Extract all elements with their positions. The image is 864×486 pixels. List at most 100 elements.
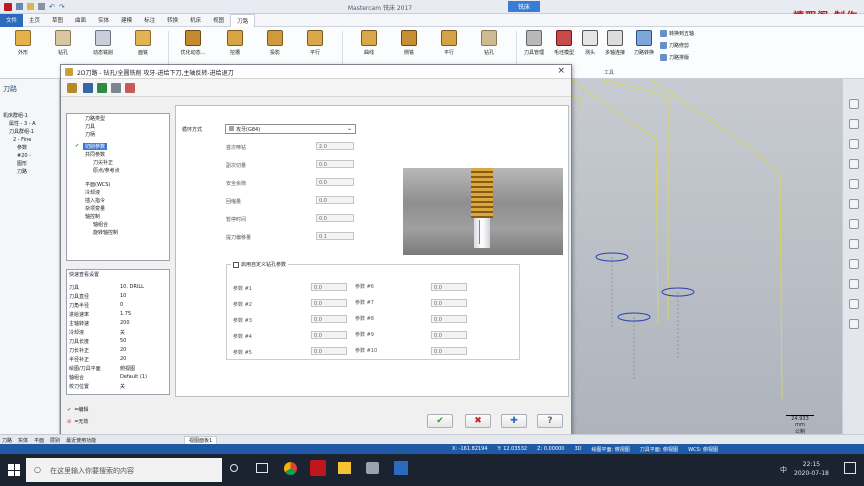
- tree-geometry[interactable]: 图形: [3, 160, 59, 168]
- wcs[interactable]: WCS: 俯视图: [688, 446, 718, 453]
- apply-button[interactable]: ✚: [501, 414, 527, 428]
- tree-item-axis-combo[interactable]: 轴组合: [93, 221, 108, 228]
- menu-transform[interactable]: 转换: [161, 14, 184, 27]
- ribbon-contour-button[interactable]: 外形: [8, 30, 38, 56]
- custom-param-field[interactable]: 0.0: [431, 347, 467, 355]
- explorer-icon[interactable]: [338, 462, 351, 474]
- tree-operation[interactable]: 2 - Fine: [3, 136, 59, 144]
- tree-item-canned-text[interactable]: 插入指令: [85, 197, 105, 204]
- ribbon-parallel2-button[interactable]: 平行: [434, 30, 464, 56]
- tree-item-tool[interactable]: 刀具: [85, 123, 95, 130]
- param-field[interactable]: 0.1: [316, 232, 354, 240]
- undo-icon[interactable]: ↶: [49, 3, 55, 11]
- ime-indicator[interactable]: 中: [780, 465, 787, 475]
- toolpath-trim-button[interactable]: 刀路修剪: [660, 42, 689, 49]
- tree-item-home[interactable]: 原点/参考点: [93, 167, 120, 174]
- custom-param-field[interactable]: 0.0: [311, 331, 347, 339]
- mastercam-icon[interactable]: [310, 460, 326, 476]
- ok-button[interactable]: ✔: [427, 414, 453, 428]
- toolpath-nest-button[interactable]: 刀路排版: [660, 54, 689, 61]
- measure-icon[interactable]: [849, 319, 859, 329]
- menu-file[interactable]: 文件: [0, 14, 24, 27]
- tree-item-rotary[interactable]: 旋转轴控制: [93, 229, 118, 236]
- tree-properties[interactable]: 属性 - 3 - A: [3, 120, 59, 128]
- clock[interactable]: 22:15 2020-07-18: [794, 460, 829, 478]
- param-field[interactable]: 2.0: [316, 142, 354, 150]
- custom-param-field[interactable]: 0.0: [311, 315, 347, 323]
- param-field[interactable]: 0.0: [316, 196, 354, 204]
- zoom-icon[interactable]: [849, 119, 859, 129]
- save-defaults-icon[interactable]: [83, 83, 93, 93]
- redo-icon[interactable]: ↷: [59, 3, 65, 11]
- front-view-icon[interactable]: [849, 219, 859, 229]
- ribbon-optirough-button[interactable]: 优化动态...: [178, 30, 208, 56]
- top-view-icon[interactable]: [849, 199, 859, 209]
- param-field[interactable]: 0.0: [316, 160, 354, 168]
- app-icon[interactable]: [366, 462, 379, 474]
- menu-sketch[interactable]: 草图: [46, 14, 69, 27]
- remote-icon[interactable]: [394, 461, 408, 475]
- shading-icon[interactable]: [849, 259, 859, 269]
- menu-machine[interactable]: 机床: [184, 14, 207, 27]
- tab-planes[interactable]: 平面: [34, 437, 44, 444]
- ribbon-tool-manager-button[interactable]: 刀具管理: [520, 30, 548, 56]
- task-view-icon[interactable]: [256, 463, 268, 473]
- cycle-select[interactable]: 攻牙(G84) ⌄: [225, 124, 356, 134]
- custom-param-field[interactable]: 0.0: [311, 347, 347, 355]
- save-icon[interactable]: [16, 3, 23, 10]
- tree-item-planes[interactable]: 平面(WCS): [85, 181, 111, 188]
- cancel-button[interactable]: ✖: [465, 414, 491, 428]
- tool-plane[interactable]: 刀具平面: 俯视图: [640, 446, 678, 453]
- notification-icon[interactable]: [844, 462, 856, 474]
- taskbar-search-input[interactable]: ○ 在这里输入你要搜索的内容: [26, 458, 222, 482]
- tree-item-coolant[interactable]: 冷却液: [85, 189, 100, 196]
- menu-surface[interactable]: 曲面: [69, 14, 92, 27]
- tree-machine-group[interactable]: 机床群组-1: [3, 112, 59, 120]
- ribbon-drill-button[interactable]: 钻孔: [48, 30, 78, 56]
- ribbon-transform-button[interactable]: 刀路转换: [630, 30, 658, 56]
- print-icon[interactable]: [38, 3, 45, 10]
- windows-start-icon[interactable]: [8, 464, 20, 476]
- tree-parameters[interactable]: 参数: [3, 144, 59, 152]
- convert-to-5axis-button[interactable]: 转换到五轴: [660, 30, 694, 37]
- tree-item-cut-params[interactable]: 切削参数: [83, 143, 108, 150]
- ribbon-curve-button[interactable]: 曲线: [354, 30, 384, 56]
- tree-item-axis-control[interactable]: 轴控制: [85, 213, 100, 220]
- menu-toolpaths[interactable]: 刀路: [230, 14, 256, 27]
- ribbon-drill2-button[interactable]: 钻孔: [474, 30, 504, 56]
- ribbon-multiaxis-link-button[interactable]: 多轴连接: [600, 30, 630, 56]
- custom-param-field[interactable]: 0.0: [431, 331, 467, 339]
- draw-plane[interactable]: 绘图平面: 俯视图: [592, 446, 630, 453]
- view-cube-icon[interactable]: [849, 99, 859, 109]
- tree-item-tip-comp[interactable]: 刀尖补正: [93, 159, 113, 166]
- custom-param-field[interactable]: 0.0: [431, 283, 467, 291]
- mode-3d[interactable]: 3D: [574, 446, 581, 453]
- cortana-icon[interactable]: [230, 464, 238, 472]
- settings-icon[interactable]: [125, 83, 135, 93]
- tab-levels[interactable]: 层别: [50, 437, 60, 444]
- ribbon-pocket-button[interactable]: 挖槽: [220, 30, 250, 56]
- menu-solid[interactable]: 实体: [92, 14, 115, 27]
- param-field[interactable]: 0.0: [316, 214, 354, 222]
- wireframe-icon[interactable]: [849, 279, 859, 289]
- ribbon-dynamic-mill-button[interactable]: 动态铣削: [88, 30, 118, 56]
- close-button[interactable]: ×: [557, 66, 565, 76]
- tree-toolpath[interactable]: 刀路: [3, 168, 59, 176]
- menu-view[interactable]: 视图: [207, 14, 230, 27]
- custom-param-field[interactable]: 0.0: [431, 299, 467, 307]
- tree-item-type[interactable]: 刀路类型: [85, 115, 105, 122]
- custom-param-field[interactable]: 0.0: [431, 315, 467, 323]
- copy-icon[interactable]: [111, 83, 121, 93]
- tool-icon[interactable]: [67, 83, 77, 93]
- ribbon-project-button[interactable]: 投影: [260, 30, 290, 56]
- section-icon[interactable]: [849, 299, 859, 309]
- ribbon-context-tab[interactable]: 铣床: [508, 1, 541, 12]
- custom-drill-checkbox[interactable]: 启用自定义钻孔参数: [231, 261, 289, 268]
- menu-model[interactable]: 建模: [115, 14, 138, 27]
- load-icon[interactable]: [97, 83, 107, 93]
- ribbon-swarf-button[interactable]: 侧铣: [394, 30, 424, 56]
- help-button[interactable]: ?: [537, 414, 563, 428]
- ribbon-parallel-button[interactable]: 平行: [300, 30, 330, 56]
- param-field[interactable]: 0.0: [316, 178, 354, 186]
- tree-item-misc-values[interactable]: 杂项变量: [85, 205, 105, 212]
